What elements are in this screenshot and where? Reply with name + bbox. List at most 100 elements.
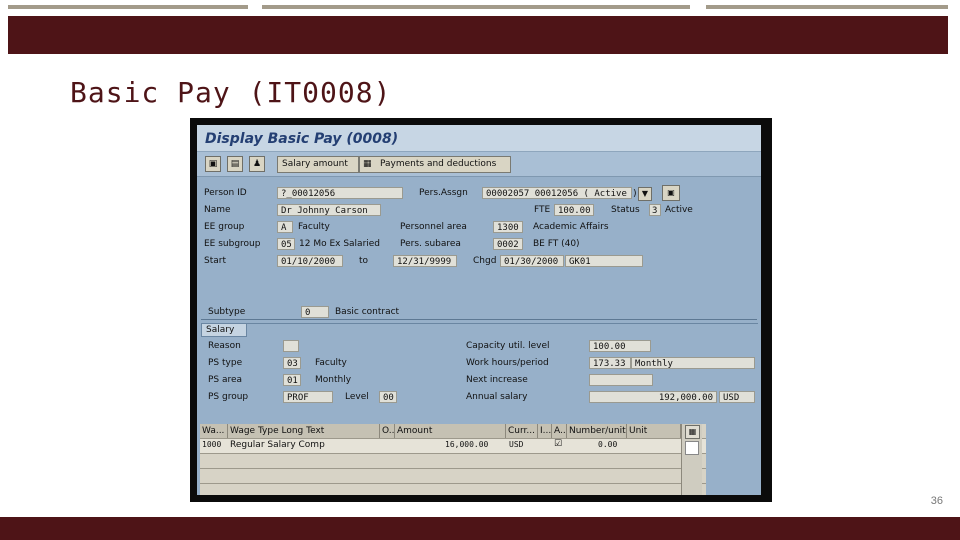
ps-group-label: PS group xyxy=(208,392,249,402)
number-cell: 0.00 xyxy=(598,440,618,449)
reason-field[interactable] xyxy=(283,340,299,352)
subtype-code-field[interactable]: 0 xyxy=(301,306,329,318)
capacity-label: Capacity util. level xyxy=(466,341,550,351)
table-settings-icon[interactable]: ▦ xyxy=(685,425,700,439)
person-id-label: Person ID xyxy=(204,188,247,198)
status-text: Active xyxy=(665,205,693,215)
status-label: Status xyxy=(611,205,640,215)
ps-area-label: PS area xyxy=(208,375,243,385)
ps-area-code-field[interactable]: 01 xyxy=(283,374,301,386)
table-row[interactable] xyxy=(200,468,706,483)
salary-amount-button[interactable]: Salary amount xyxy=(277,156,359,173)
window-titlebar: Display Basic Pay (0008) xyxy=(197,125,761,152)
changed-by-field[interactable]: GK01 xyxy=(565,255,643,267)
org-structure-icon[interactable]: ▣ xyxy=(662,185,680,201)
to-label: to xyxy=(359,256,369,266)
subtype-text: Basic contract xyxy=(335,307,400,317)
table-scrollbar[interactable]: ▦ xyxy=(681,424,702,495)
reason-label: Reason xyxy=(208,341,241,351)
work-period-field[interactable]: Monthly xyxy=(631,357,755,369)
col-header-number[interactable]: Number/unit xyxy=(567,424,627,438)
pers-subarea-text: BE FT (40) xyxy=(533,239,580,249)
scroll-thumb[interactable] xyxy=(685,441,699,455)
next-increase-label: Next increase xyxy=(466,375,528,385)
chgd-label: Chgd xyxy=(473,256,497,266)
col-header-unit[interactable]: Unit xyxy=(627,424,681,438)
sap-screenshot: Display Basic Pay (0008) ▣ ▤ ♟ Salary am… xyxy=(190,118,772,502)
level-field[interactable]: 00 xyxy=(379,391,397,403)
ps-type-label: PS type xyxy=(208,358,243,368)
col-header-long-text[interactable]: Wage Type Long Text xyxy=(228,424,380,438)
ps-group-field[interactable]: PROF xyxy=(283,391,333,403)
pers-subarea-label: Pers. subarea xyxy=(400,239,461,249)
top-rule-3 xyxy=(706,5,948,9)
table-row[interactable] xyxy=(200,483,706,495)
subtype-label: Subtype xyxy=(208,307,246,317)
amount-cell: 16,000.00 xyxy=(445,440,489,449)
long-text-cell: Regular Salary Comp xyxy=(230,440,325,450)
ps-area-text: Monthly xyxy=(315,375,352,385)
fte-label: FTE xyxy=(534,205,551,215)
capacity-field[interactable]: 100.00 xyxy=(589,340,651,352)
previous-record-icon[interactable]: ▣ xyxy=(205,156,221,172)
col-header-amount[interactable]: Amount xyxy=(395,424,506,438)
col-header-wage-type[interactable]: Wa... xyxy=(200,424,228,438)
fte-field[interactable]: 100.00 xyxy=(554,204,594,216)
personnel-area-label: Personnel area xyxy=(400,222,467,232)
currency-cell: USD xyxy=(509,440,524,449)
name-field[interactable]: Dr Johnny Carson xyxy=(277,204,381,216)
wage-type-cell: 1000 xyxy=(202,440,222,449)
ee-group-label: EE group xyxy=(204,222,245,232)
pers-assgn-field[interactable]: 00002057 00012056 ( Active ) xyxy=(482,187,638,199)
work-hours-field[interactable]: 173.33 xyxy=(589,357,631,369)
footer-band xyxy=(0,517,960,540)
level-label: Level xyxy=(345,392,369,402)
table-icon: ▦ xyxy=(363,159,372,169)
section-divider xyxy=(201,319,757,320)
slide-title: Basic Pay (IT0008) xyxy=(70,76,392,109)
person-id-field[interactable]: ?_00012056 xyxy=(277,187,403,199)
checkbox-icon[interactable]: ☑ xyxy=(554,439,562,449)
top-rule-2 xyxy=(262,5,690,9)
payments-deductions-label: Payments and deductions xyxy=(380,159,497,169)
ps-type-code-field[interactable]: 03 xyxy=(283,357,301,369)
application-toolbar: ▣ ▤ ♟ Salary amount ▦ Payments and deduc… xyxy=(197,152,761,177)
name-label: Name xyxy=(204,205,231,215)
start-label: Start xyxy=(204,256,226,266)
table-row[interactable] xyxy=(200,453,706,468)
annual-salary-label: Annual salary xyxy=(466,392,528,402)
window-title: Display Basic Pay (0008) xyxy=(205,131,399,147)
annual-currency-field[interactable]: USD xyxy=(719,391,755,403)
start-date-field[interactable]: 01/10/2000 xyxy=(277,255,343,267)
personnel-area-code-field[interactable]: 1300 xyxy=(493,221,523,233)
col-header-o[interactable]: O... xyxy=(380,424,395,438)
person-search-icon[interactable]: ♟ xyxy=(249,156,265,172)
wage-type-table: Wa... Wage Type Long Text O... Amount Cu… xyxy=(200,424,706,495)
changed-date-field[interactable]: 01/30/2000 xyxy=(500,255,564,267)
next-record-icon[interactable]: ▤ xyxy=(227,156,243,172)
dropdown-icon[interactable]: ▼ xyxy=(638,187,652,201)
ee-subgroup-label: EE subgroup xyxy=(204,239,261,249)
ee-subgroup-text: 12 Mo Ex Salaried xyxy=(299,239,381,249)
next-increase-field[interactable] xyxy=(589,374,653,386)
work-hours-label: Work hours/period xyxy=(466,358,549,368)
ps-type-text: Faculty xyxy=(315,358,347,368)
table-row[interactable]: 1000 Regular Salary Comp 16,000.00 USD ☑… xyxy=(200,438,706,453)
ee-subgroup-code-field[interactable]: 05 xyxy=(277,238,295,250)
end-date-field[interactable]: 12/31/9999 xyxy=(393,255,457,267)
annual-salary-field[interactable]: 192,000.00 xyxy=(589,391,717,403)
top-rule-1 xyxy=(8,5,248,9)
ee-group-text: Faculty xyxy=(298,222,330,232)
pers-assgn-label: Pers.Assgn xyxy=(419,188,468,198)
header-band xyxy=(8,16,948,54)
col-header-a[interactable]: A... xyxy=(552,424,567,438)
ee-group-code-field[interactable]: A xyxy=(277,221,293,233)
col-header-i[interactable]: I... xyxy=(538,424,552,438)
salary-tab[interactable]: Salary xyxy=(201,323,247,337)
col-header-currency[interactable]: Curr... xyxy=(506,424,538,438)
payments-deductions-button[interactable]: ▦ Payments and deductions xyxy=(359,156,511,173)
pers-subarea-code-field[interactable]: 0002 xyxy=(493,238,523,250)
page-number: 36 xyxy=(930,495,943,507)
status-code-field[interactable]: 3 xyxy=(649,204,661,216)
sap-window: Display Basic Pay (0008) ▣ ▤ ♟ Salary am… xyxy=(197,125,761,495)
